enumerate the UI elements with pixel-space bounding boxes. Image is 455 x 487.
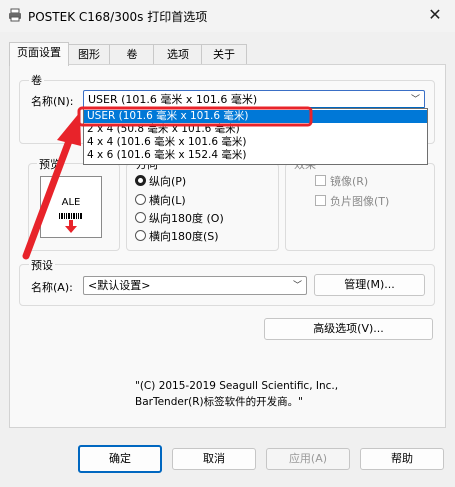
portrait-180-label: 纵向180度 (O)	[149, 212, 224, 225]
cancel-button[interactable]: 取消	[172, 448, 256, 470]
copyright-line-2: BarTender(R)标签软件的开发商。"	[135, 396, 303, 408]
mirror-checkbox[interactable]	[315, 175, 326, 186]
stock-group-label: 卷	[29, 72, 44, 88]
landscape-label: 横向(L)	[149, 194, 186, 207]
ok-button[interactable]: 确定	[78, 445, 162, 473]
stock-dropdown-list[interactable]: USER (101.6 毫米 x 101.6 毫米) 2 x 4 (50.8 毫…	[83, 108, 428, 165]
tab-options[interactable]: 选项	[153, 44, 203, 65]
stock-selected-value: USER (101.6 毫米 x 101.6 毫米)	[88, 93, 258, 106]
portrait-180-radio[interactable]	[135, 212, 146, 223]
portrait-radio[interactable]	[135, 175, 146, 186]
tab-stock[interactable]: 卷	[109, 44, 155, 65]
landscape-180-radio[interactable]	[135, 230, 146, 241]
mirror-label: 镜像(R)	[330, 175, 369, 188]
list-item[interactable]: 4 x 6 (101.6 毫米 x 152.4 毫米)	[84, 149, 427, 162]
presets-name-label: 名称(A):	[31, 281, 73, 294]
chevron-down-icon: ﹀	[410, 95, 420, 105]
chevron-down-icon: ﹀	[292, 281, 302, 291]
list-item[interactable]: USER (101.6 毫米 x 101.6 毫米)	[84, 110, 427, 123]
landscape-180-label: 横向180度(S)	[149, 230, 219, 243]
portrait-label: 纵向(P)	[149, 175, 187, 188]
presets-group-label: 预设	[29, 257, 55, 273]
tab-graphics[interactable]: 图形	[67, 44, 111, 65]
advanced-options-button[interactable]: 高级选项(V)...	[264, 318, 433, 340]
landscape-radio[interactable]	[135, 194, 146, 205]
tab-about[interactable]: 关于	[201, 44, 247, 65]
negative-label: 负片图像(T)	[330, 195, 390, 208]
feed-direction-arrow-icon	[65, 220, 77, 234]
negative-checkbox[interactable]	[315, 195, 326, 206]
apply-button[interactable]: 应用(A)	[266, 448, 350, 470]
list-item[interactable]: 4 x 4 (101.6 毫米 x 101.6 毫米)	[84, 136, 427, 149]
label-preview: ALE	[40, 176, 102, 238]
window-title: POSTEK C168/300s 打印首选项	[28, 10, 208, 24]
close-icon[interactable]: ✕	[420, 2, 450, 28]
preview-group-label: 预览	[37, 156, 63, 172]
barcode-icon	[59, 209, 83, 219]
presets-selected-value: <默认设置>	[88, 279, 151, 292]
printer-icon	[8, 8, 22, 22]
copyright-line-1: "(C) 2015-2019 Seagull Scientific, Inc.,	[135, 380, 339, 392]
stock-name-label: 名称(N):	[31, 95, 74, 108]
preview-text: ALE	[61, 197, 81, 208]
stock-name-select[interactable]: USER (101.6 毫米 x 101.6 毫米) ﹀	[83, 90, 425, 109]
list-item[interactable]: 2 x 4 (50.8 毫米 x 101.6 毫米)	[84, 123, 427, 136]
manage-presets-button[interactable]: 管理(M)...	[314, 274, 425, 296]
tab-page-setup[interactable]: 页面设置	[9, 42, 69, 66]
title-bar: POSTEK C168/300s 打印首选项 ✕	[0, 0, 455, 32]
help-button[interactable]: 帮助	[360, 448, 444, 470]
presets-name-select[interactable]: <默认设置> ﹀	[83, 276, 307, 295]
